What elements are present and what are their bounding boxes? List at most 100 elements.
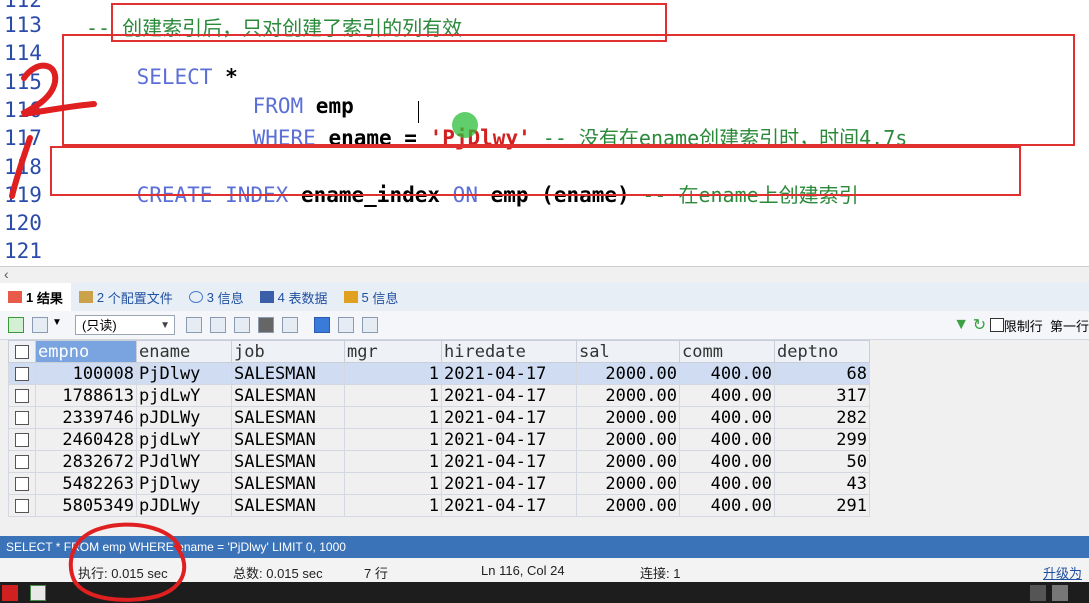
row-checkbox-cell[interactable]: [8, 450, 36, 473]
cell-sal[interactable]: 2000.00: [576, 428, 680, 451]
checkbox[interactable]: [15, 410, 29, 425]
sql-editor[interactable]: 112 113 114 115 116 117 118 119 120 121 …: [0, 0, 1089, 266]
cell-ename[interactable]: pJDLWy: [136, 406, 232, 429]
copy-row-icon[interactable]: [186, 317, 202, 333]
cell-mgr[interactable]: 1: [344, 428, 442, 451]
cell-mgr[interactable]: 1: [344, 472, 442, 495]
cell-sal[interactable]: 2000.00: [576, 450, 680, 473]
cell-sal[interactable]: 2000.00: [576, 406, 680, 429]
save-icon[interactable]: [234, 317, 250, 333]
tab-table-data[interactable]: 4 表数据: [252, 283, 336, 311]
row-checkbox-cell[interactable]: [8, 472, 36, 495]
upgrade-link[interactable]: 升级为: [1043, 563, 1082, 582]
cell-deptno[interactable]: 68: [774, 362, 870, 385]
paste-icon[interactable]: [210, 317, 226, 333]
tab-info-2[interactable]: 5 信息: [336, 283, 407, 311]
cell-deptno[interactable]: 43: [774, 472, 870, 495]
grid-view-icon[interactable]: [314, 317, 330, 333]
cell-hiredate[interactable]: 2021-04-17: [441, 406, 577, 429]
checkbox[interactable]: [15, 388, 29, 403]
cell-mgr[interactable]: 1: [344, 406, 442, 429]
table-row[interactable]: 5805349 pJDLWy SALESMAN 1 2021-04-17 200…: [8, 494, 870, 517]
cell-empno[interactable]: 5805349: [35, 494, 137, 517]
cell-sal[interactable]: 2000.00: [576, 494, 680, 517]
checkbox[interactable]: [15, 432, 29, 447]
cell-job[interactable]: SALESMAN: [231, 494, 345, 517]
refresh-grid-icon[interactable]: [282, 317, 298, 333]
table-row[interactable]: 2832672 PJdlWY SALESMAN 1 2021-04-17 200…: [8, 450, 870, 473]
tray-icon[interactable]: [1030, 585, 1046, 601]
cell-deptno[interactable]: 299: [774, 428, 870, 451]
row-checkbox-cell[interactable]: [8, 406, 36, 429]
column-header-comm[interactable]: comm: [679, 340, 775, 363]
cell-empno[interactable]: 100008: [35, 362, 137, 385]
cell-ename[interactable]: PJdlWY: [136, 450, 232, 473]
export-icon[interactable]: [32, 317, 48, 333]
cell-ename[interactable]: pjdLwY: [136, 428, 232, 451]
filter-icon[interactable]: ▼: [953, 316, 969, 334]
cell-mgr[interactable]: 1: [344, 450, 442, 473]
cell-hiredate[interactable]: 2021-04-17: [441, 362, 577, 385]
cell-hiredate[interactable]: 2021-04-17: [441, 494, 577, 517]
cell-job[interactable]: SALESMAN: [231, 472, 345, 495]
cell-ename[interactable]: PjDlwy: [136, 362, 232, 385]
row-checkbox-cell[interactable]: [8, 428, 36, 451]
cell-comm[interactable]: 400.00: [679, 472, 775, 495]
cell-comm[interactable]: 400.00: [679, 494, 775, 517]
select-all-checkbox-cell[interactable]: [8, 340, 36, 363]
checkbox[interactable]: [15, 344, 29, 359]
mode-select[interactable]: (只读) ▼: [75, 315, 175, 335]
cell-ename[interactable]: pJDLWy: [136, 494, 232, 517]
cell-hiredate[interactable]: 2021-04-17: [441, 384, 577, 407]
cell-hiredate[interactable]: 2021-04-17: [441, 428, 577, 451]
column-header-job[interactable]: job: [231, 340, 345, 363]
cell-deptno[interactable]: 50: [774, 450, 870, 473]
cell-comm[interactable]: 400.00: [679, 362, 775, 385]
limit-checkbox[interactable]: [989, 318, 1004, 332]
column-header-deptno[interactable]: deptno: [774, 340, 870, 363]
table-row[interactable]: 2339746 pJDLWy SALESMAN 1 2021-04-17 200…: [8, 406, 870, 429]
form-view-icon[interactable]: [338, 317, 354, 333]
column-header-hiredate[interactable]: hiredate: [441, 340, 577, 363]
cell-comm[interactable]: 400.00: [679, 428, 775, 451]
table-row[interactable]: 100008 PjDlwy SALESMAN 1 2021-04-17 2000…: [8, 362, 870, 385]
cell-empno[interactable]: 2460428: [35, 428, 137, 451]
cell-empno[interactable]: 2339746: [35, 406, 137, 429]
cell-empno[interactable]: 2832672: [35, 450, 137, 473]
cell-mgr[interactable]: 1: [344, 384, 442, 407]
table-row[interactable]: 5482263 PjDlwy SALESMAN 1 2021-04-17 200…: [8, 472, 870, 495]
cell-job[interactable]: SALESMAN: [231, 428, 345, 451]
cell-mgr[interactable]: 1: [344, 362, 442, 385]
table-row[interactable]: 1788613 pjdLwY SALESMAN 1 2021-04-17 200…: [8, 384, 870, 407]
cell-ename[interactable]: PjDlwy: [136, 472, 232, 495]
text-view-icon[interactable]: [362, 317, 378, 333]
editor-horizontal-scrollbar[interactable]: ‹: [0, 266, 1089, 283]
chevron-down-icon[interactable]: ▼: [52, 317, 62, 328]
table-row[interactable]: 2460428 pjdLwY SALESMAN 1 2021-04-17 200…: [8, 428, 870, 451]
cell-sal[interactable]: 2000.00: [576, 472, 680, 495]
tab-info[interactable]: 3 信息: [181, 283, 252, 311]
cell-job[interactable]: SALESMAN: [231, 384, 345, 407]
checkbox[interactable]: [15, 476, 29, 491]
cell-sal[interactable]: 2000.00: [576, 362, 680, 385]
delete-icon[interactable]: [258, 317, 274, 333]
cell-comm[interactable]: 400.00: [679, 384, 775, 407]
cell-sal[interactable]: 2000.00: [576, 384, 680, 407]
row-checkbox-cell[interactable]: [8, 384, 36, 407]
scroll-left-icon[interactable]: ‹: [4, 266, 9, 282]
cell-empno[interactable]: 5482263: [35, 472, 137, 495]
app-icon[interactable]: [30, 585, 46, 601]
checkbox[interactable]: [15, 498, 29, 513]
column-header-mgr[interactable]: mgr: [344, 340, 442, 363]
app-icon[interactable]: [2, 585, 18, 601]
column-header-sal[interactable]: sal: [576, 340, 680, 363]
add-row-icon[interactable]: [8, 317, 24, 333]
cell-hiredate[interactable]: 2021-04-17: [441, 472, 577, 495]
row-checkbox-cell[interactable]: [8, 494, 36, 517]
cell-job[interactable]: SALESMAN: [231, 450, 345, 473]
cell-hiredate[interactable]: 2021-04-17: [441, 450, 577, 473]
row-checkbox-cell[interactable]: [8, 362, 36, 385]
tray-icon[interactable]: [1052, 585, 1068, 601]
column-header-ename[interactable]: ename: [136, 340, 232, 363]
cell-ename[interactable]: pjdLwY: [136, 384, 232, 407]
